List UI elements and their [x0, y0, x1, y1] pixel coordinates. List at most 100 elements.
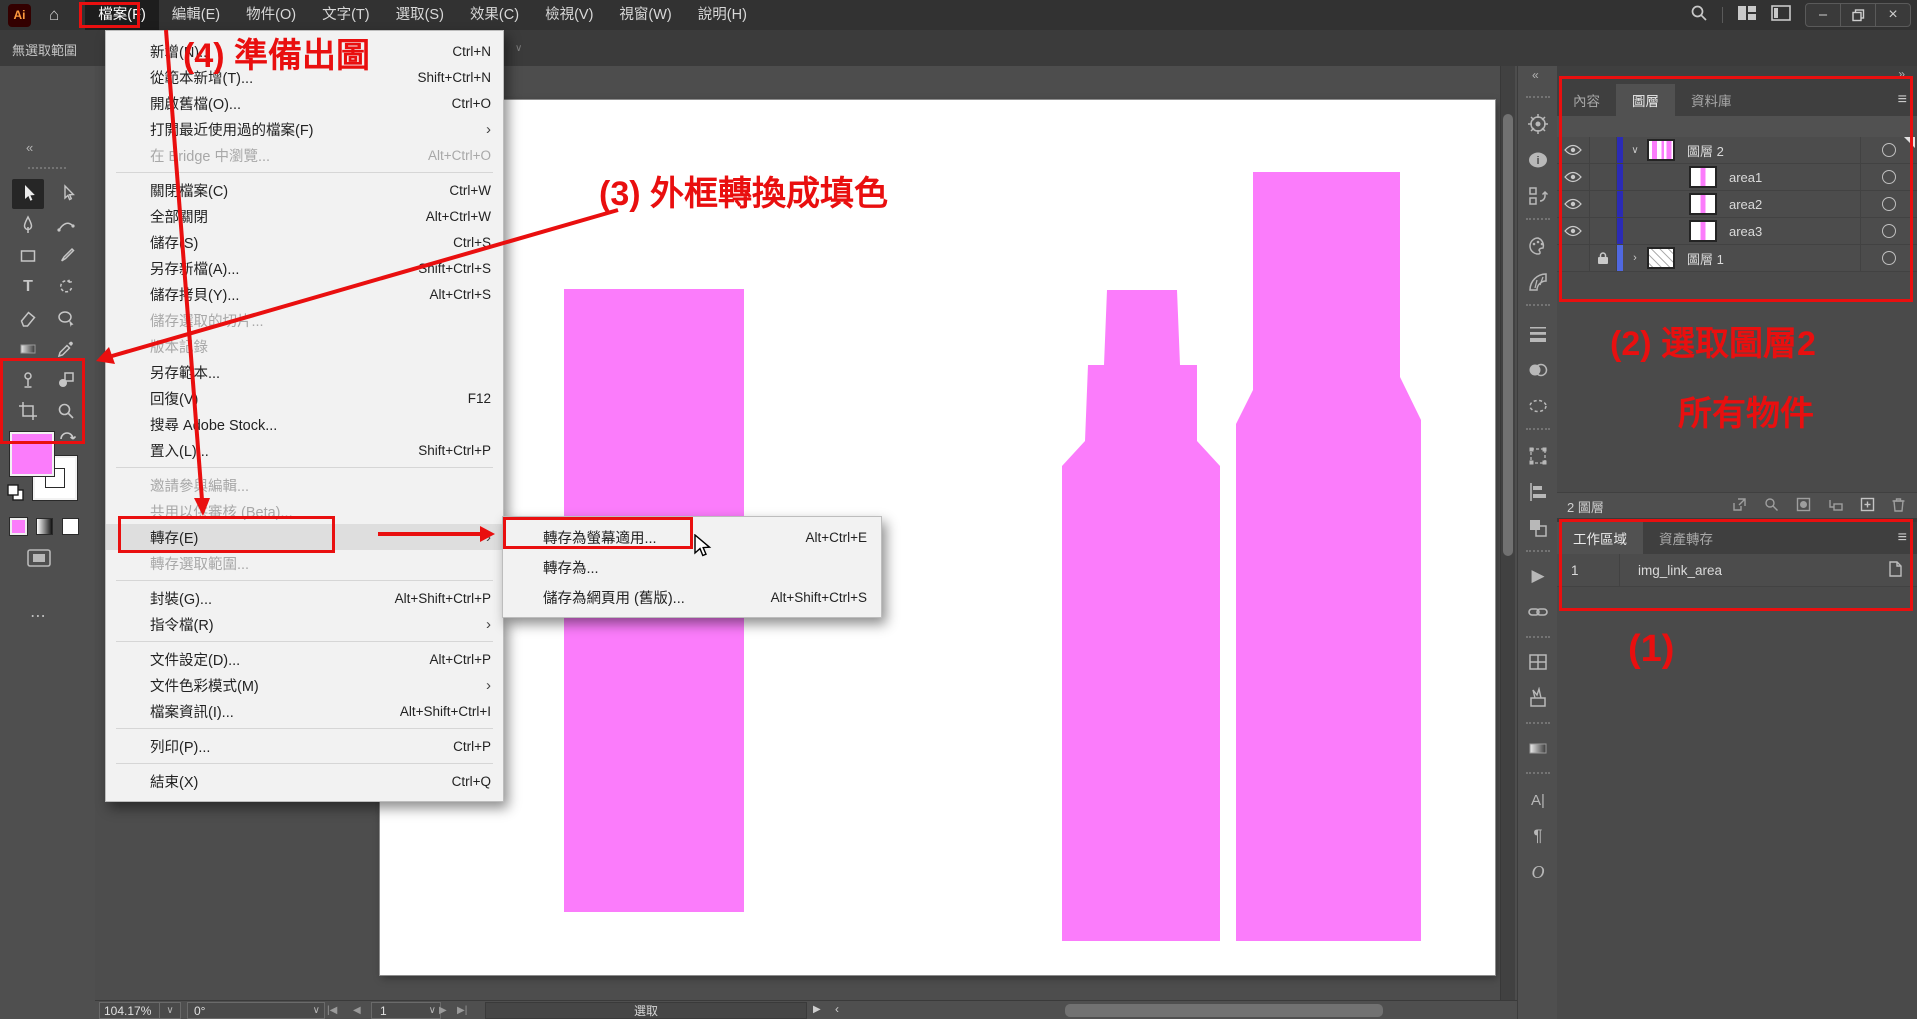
- menu-item-print[interactable]: 列印(P)...Ctrl+P: [106, 733, 503, 759]
- artboard-navigation-field[interactable]: 1 ∨: [371, 1002, 441, 1019]
- strip-grip[interactable]: [1526, 636, 1550, 638]
- menu-item-package[interactable]: 封裝(G)...Alt+Shift+Ctrl+P: [106, 585, 503, 611]
- menubar-view[interactable]: 檢視(V): [532, 0, 606, 30]
- menu-item-open-recent[interactable]: 打開最近使用過的檔案(F)›: [106, 116, 503, 142]
- menu-item-revert[interactable]: 回復(V)F12: [106, 385, 503, 411]
- menubar-effect[interactable]: 效果(C): [457, 0, 532, 30]
- selection-options-icon[interactable]: [1526, 394, 1550, 418]
- type-tool[interactable]: T: [12, 272, 44, 302]
- shaper-tool[interactable]: [50, 303, 82, 333]
- info-icon[interactable]: i: [1526, 148, 1550, 172]
- menu-item-document-color-mode[interactable]: 文件色彩模式(M)›: [106, 672, 503, 698]
- zoom-dropdown-button[interactable]: ∨: [159, 1002, 181, 1019]
- collect-for-export-icon[interactable]: [1732, 497, 1747, 515]
- strip-grip[interactable]: [1526, 550, 1550, 552]
- artboards-panel-icon[interactable]: [1526, 650, 1550, 674]
- more-tools-icon[interactable]: ⋯: [30, 606, 46, 626]
- home-icon[interactable]: ⌂: [49, 5, 59, 25]
- vertical-scrollbar[interactable]: [1500, 66, 1515, 1000]
- stroke-panel-icon[interactable]: [1526, 322, 1550, 346]
- strip-grip[interactable]: [1526, 428, 1550, 430]
- previous-artboard-button[interactable]: ◀: [353, 1005, 361, 1016]
- restore-button[interactable]: [1840, 4, 1875, 26]
- workspace-layout-icon[interactable]: [1737, 5, 1757, 25]
- close-button[interactable]: ×: [1875, 4, 1910, 26]
- zoom-level-field[interactable]: 104.17%: [99, 1002, 163, 1019]
- transparency-icon[interactable]: [1526, 358, 1550, 382]
- locate-object-icon[interactable]: [1764, 497, 1779, 515]
- links-icon[interactable]: [1526, 600, 1550, 624]
- strip-grip[interactable]: [1526, 304, 1550, 306]
- menu-item-scripts[interactable]: 指令檔(R)›: [106, 611, 503, 637]
- menubar-window[interactable]: 視窗(W): [606, 0, 684, 30]
- make-mask-icon[interactable]: [1796, 497, 1811, 515]
- paintbrush-tool[interactable]: [50, 241, 82, 271]
- direct-selection-tool[interactable]: [50, 179, 82, 209]
- menubar-help[interactable]: 說明(H): [685, 0, 760, 30]
- align-icon[interactable]: [1526, 480, 1550, 504]
- opentype-panel-icon[interactable]: O: [1526, 860, 1550, 884]
- menubar-object[interactable]: 物件(O): [233, 0, 309, 30]
- eraser-tool[interactable]: [12, 303, 44, 333]
- horizontal-scrollbar[interactable]: [753, 1001, 1499, 1019]
- tools-grip[interactable]: [28, 167, 66, 169]
- first-artboard-button[interactable]: |◀: [327, 1005, 337, 1016]
- fill-chevron-icon[interactable]: ∨: [515, 43, 522, 54]
- menu-item-save-as-template[interactable]: 另存範本...: [106, 359, 503, 385]
- menubar-edit[interactable]: 編輯(E): [159, 0, 233, 30]
- color-guide-icon[interactable]: [1526, 270, 1550, 294]
- default-fill-stroke-icon[interactable]: [7, 484, 24, 506]
- strip-grip[interactable]: [1526, 722, 1550, 724]
- menu-item-exit[interactable]: 結束(X)Ctrl+Q: [106, 768, 503, 794]
- strip-grip[interactable]: [1526, 772, 1550, 774]
- menu-item-document-setup[interactable]: 文件設定(D)...Alt+Ctrl+P: [106, 646, 503, 672]
- menu-item-place[interactable]: 置入(L)...Shift+Ctrl+P: [106, 437, 503, 463]
- asset-export-icon[interactable]: [1526, 686, 1550, 710]
- shape-area3-bottle-large[interactable]: [1236, 172, 1421, 941]
- color-palette-icon[interactable]: [1526, 234, 1550, 258]
- app-logo[interactable]: Ai: [8, 4, 31, 27]
- menu-item-save-for-web[interactable]: 儲存為網頁用 (舊版)...Alt+Shift+Ctrl+S: [503, 582, 881, 612]
- expand-panels-icon[interactable]: «: [1532, 68, 1539, 82]
- menu-item-save[interactable]: 儲存(S)Ctrl+S: [106, 229, 503, 255]
- paragraph-panel-icon[interactable]: ¶: [1526, 824, 1550, 848]
- menubar-select[interactable]: 選取(S): [383, 0, 457, 30]
- pathfinder-icon[interactable]: [1526, 516, 1550, 540]
- vertical-scrollbar-thumb[interactable]: [1503, 114, 1513, 556]
- pen-tool[interactable]: [12, 210, 44, 240]
- delete-layer-icon[interactable]: [1892, 497, 1905, 515]
- curvature-tool[interactable]: [50, 210, 82, 240]
- next-artboard-button[interactable]: ▶: [439, 1005, 447, 1016]
- collapse-tools-icon[interactable]: «: [26, 140, 33, 155]
- shape-area2-bottle-small[interactable]: [1062, 290, 1220, 941]
- menu-item-export-as[interactable]: 轉存為...: [503, 552, 881, 582]
- rectangle-tool[interactable]: [12, 241, 44, 271]
- none-button[interactable]: [62, 518, 79, 535]
- actions-icon[interactable]: ▶: [1526, 564, 1550, 588]
- gradient-panel-icon[interactable]: [1526, 736, 1550, 760]
- gradient-button[interactable]: [36, 518, 53, 535]
- new-layer-icon[interactable]: [1860, 497, 1875, 515]
- color-wheel-icon[interactable]: [1526, 112, 1550, 136]
- rotation-field[interactable]: 0° ∨: [187, 1002, 325, 1019]
- menu-item-save-a-copy[interactable]: 儲存拷貝(Y)...Alt+Ctrl+S: [106, 281, 503, 307]
- menu-item-close[interactable]: 關閉檔案(C)Ctrl+W: [106, 177, 503, 203]
- menu-item-save-as[interactable]: 另存新檔(A)...Shift+Ctrl+S: [106, 255, 503, 281]
- menu-item-search-adobe-stock[interactable]: 搜尋 Adobe Stock...: [106, 411, 503, 437]
- minimize-button[interactable]: –: [1806, 4, 1840, 26]
- strip-grip[interactable]: [1526, 218, 1550, 220]
- transform-icon[interactable]: [1526, 444, 1550, 468]
- menu-item-open[interactable]: 開啟舊檔(O)...Ctrl+O: [106, 90, 503, 116]
- menu-item-file-info[interactable]: 檔案資訊(I)...Alt+Shift+Ctrl+I: [106, 698, 503, 724]
- strip-grip[interactable]: [1526, 96, 1550, 98]
- new-sublayer-icon[interactable]: [1828, 497, 1843, 515]
- arrange-documents-icon[interactable]: [1771, 5, 1791, 25]
- search-icon[interactable]: [1690, 4, 1708, 26]
- color-button[interactable]: [10, 518, 27, 535]
- history-icon[interactable]: [1526, 184, 1550, 208]
- selection-tool[interactable]: [12, 179, 44, 209]
- drawing-modes-icon[interactable]: [24, 546, 54, 575]
- last-artboard-button[interactable]: ▶|: [457, 1005, 467, 1016]
- menu-item-close-all[interactable]: 全部關閉Alt+Ctrl+W: [106, 203, 503, 229]
- menubar-type[interactable]: 文字(T): [309, 0, 383, 30]
